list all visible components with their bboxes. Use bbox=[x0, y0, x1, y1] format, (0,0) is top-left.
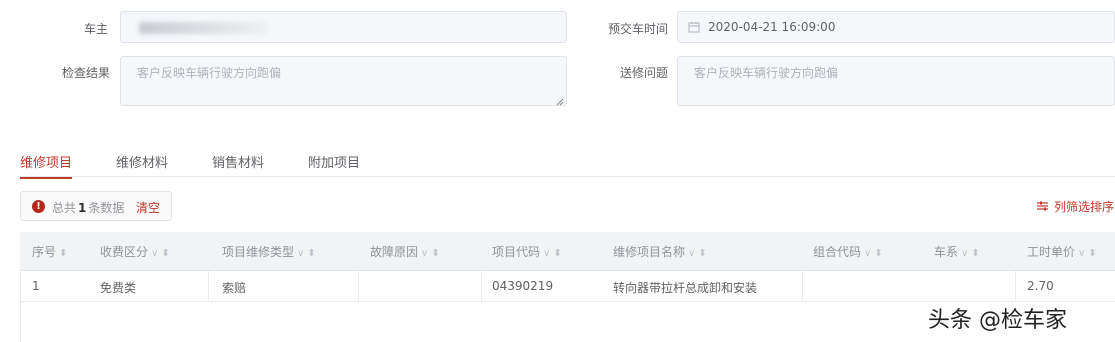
header-labor-price[interactable]: 工时单价 ∨ ⬍ bbox=[1027, 243, 1097, 260]
cell-divider bbox=[208, 271, 209, 301]
table-row[interactable]: 1 免费类 索赔 04390219 转向器带拉杆总成卸和安装 2.70 bbox=[20, 271, 1115, 302]
resize-handle-icon[interactable] bbox=[556, 95, 564, 106]
sort-icon: ⬍ bbox=[161, 248, 170, 259]
chevron-down-icon: ∨ bbox=[688, 248, 696, 259]
tab-repair-items[interactable]: 维修项目 bbox=[20, 152, 73, 179]
tab-sales-materials[interactable]: 销售材料 bbox=[212, 152, 264, 171]
column-filter-button[interactable]: 列筛选排序 bbox=[1037, 198, 1114, 215]
summary-count: 1 bbox=[78, 201, 87, 215]
chevron-down-icon: ∨ bbox=[421, 248, 429, 259]
column-filter-label: 列筛选排序 bbox=[1054, 200, 1115, 214]
header-item-code[interactable]: 项目代码 ∨ ⬍ bbox=[492, 243, 562, 260]
tab-bar: 维修项目 维修材料 销售材料 附加项目 bbox=[20, 150, 1115, 179]
info-icon: ! bbox=[32, 200, 45, 213]
cell-charge-type: 免费类 bbox=[100, 281, 137, 295]
record-summary: ! 总共 1 条数据 清空 bbox=[20, 191, 172, 221]
watermark-text: 头条 @检车家 bbox=[928, 308, 1067, 333]
sort-icon: ⬍ bbox=[698, 248, 707, 259]
header-fault-cause[interactable]: 故障原因 ∨ ⬍ bbox=[370, 243, 440, 260]
cell-repair-type: 索赔 bbox=[222, 281, 247, 295]
repair-issue-textarea[interactable]: 客户反映车辆行驶方向跑偏 bbox=[677, 56, 1115, 106]
calendar-icon bbox=[688, 21, 700, 36]
header-item-name[interactable]: 维修项目名称 ∨ ⬍ bbox=[613, 243, 707, 260]
chevron-down-icon: ∨ bbox=[1078, 248, 1086, 259]
cell-item-name: 转向器带拉杆总成卸和安装 bbox=[613, 281, 758, 295]
cell-divider bbox=[802, 271, 803, 301]
sort-icon: ⬍ bbox=[553, 248, 562, 259]
header-car-series[interactable]: 车系 ∨ ⬍ bbox=[934, 243, 980, 260]
tab-additional-items[interactable]: 附加项目 bbox=[308, 152, 360, 171]
cell-labor-price: 2.70 bbox=[1027, 279, 1054, 293]
sort-icon: ⬍ bbox=[59, 248, 68, 259]
clear-button[interactable]: 清空 bbox=[136, 199, 160, 216]
chevron-down-icon: ∨ bbox=[297, 248, 305, 259]
inspection-textarea[interactable]: 客户反映车辆行驶方向跑偏 bbox=[120, 56, 567, 106]
table-header: 序号 ⬍ 收费区分 ∨ ⬍ 项目维修类型 ∨ ⬍ 故障原因 ∨ ⬍ 项目代码 ∨ ⬍ 维修项目名称… bbox=[20, 232, 1115, 271]
chevron-down-icon: ∨ bbox=[864, 248, 872, 259]
owner-field[interactable] bbox=[120, 11, 567, 43]
sort-icon: ⬍ bbox=[431, 248, 440, 259]
header-repair-type[interactable]: 项目维修类型 ∨ ⬍ bbox=[222, 243, 316, 260]
header-seq[interactable]: 序号 ⬍ bbox=[32, 243, 67, 260]
inspection-label: 检查结果 bbox=[61, 66, 110, 80]
chevron-down-icon: ∨ bbox=[961, 248, 969, 259]
sort-icon: ⬍ bbox=[1088, 248, 1097, 259]
cell-divider bbox=[481, 271, 482, 301]
owner-value-blurred bbox=[139, 22, 267, 34]
cell-divider bbox=[358, 271, 359, 301]
sort-icon: ⬍ bbox=[971, 248, 980, 259]
owner-label: 车主 bbox=[83, 22, 108, 36]
sort-icon: ⬍ bbox=[307, 248, 316, 259]
cell-seq: 1 bbox=[32, 279, 40, 293]
sort-icon: ⬍ bbox=[874, 248, 883, 259]
tab-repair-materials[interactable]: 维修材料 bbox=[116, 152, 168, 171]
repair-issue-label: 送修问题 bbox=[619, 66, 668, 80]
pickup-time-value: 2020-04-21 16:09:00 bbox=[708, 20, 836, 34]
header-combo-code[interactable]: 组合代码 ∨ ⬍ bbox=[813, 243, 883, 260]
header-charge-type[interactable]: 收费区分 ∨ ⬍ bbox=[100, 243, 170, 260]
inspection-value: 客户反映车辆行驶方向跑偏 bbox=[137, 66, 282, 80]
filter-icon bbox=[1037, 200, 1048, 214]
repair-issue-value: 客户反映车辆行驶方向跑偏 bbox=[694, 66, 839, 80]
chevron-down-icon: ∨ bbox=[151, 248, 159, 259]
cell-item-code: 04390219 bbox=[492, 279, 554, 293]
summary-text: 总共 1 条数据 bbox=[52, 201, 125, 215]
pickup-time-field[interactable]: 2020-04-21 16:09:00 bbox=[677, 11, 1115, 43]
cell-divider bbox=[1015, 271, 1016, 301]
chevron-down-icon: ∨ bbox=[543, 248, 551, 259]
pickup-time-label: 预交车时间 bbox=[607, 22, 668, 36]
